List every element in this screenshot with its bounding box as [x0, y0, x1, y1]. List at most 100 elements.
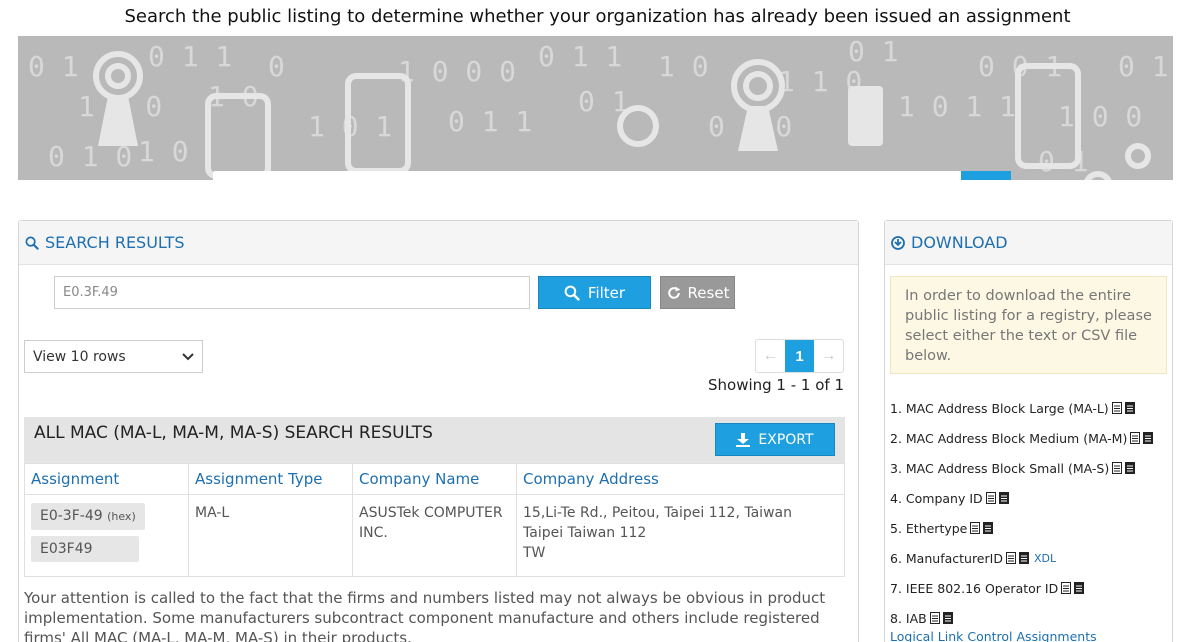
- reset-button[interactable]: Reset: [660, 276, 735, 309]
- search-results-panel: SEARCH RESULTS Filter Reset View 10 rows…: [18, 220, 859, 642]
- assignment-hex-chip: E0-3F-49 (hex): [31, 503, 145, 530]
- list-item: 2. MAC Address Block Medium (MA-M): [890, 423, 1170, 453]
- column-header-company-address[interactable]: Company Address: [516, 463, 845, 495]
- export-button-label: EXPORT: [758, 431, 814, 448]
- column-header-company-name[interactable]: Company Name: [352, 463, 517, 495]
- text-file-icon[interactable]: [1130, 432, 1141, 444]
- list-item: 4. Company ID: [890, 483, 1170, 513]
- csv-file-icon[interactable]: [983, 522, 994, 534]
- download-note: In order to download the entire public l…: [890, 276, 1167, 374]
- rows-per-page-value: View 10 rows: [33, 348, 126, 365]
- text-file-icon[interactable]: [970, 522, 981, 534]
- download-circle-icon: [891, 235, 905, 250]
- rows-per-page-select[interactable]: View 10 rows: [24, 340, 203, 373]
- company-address-cell: 15,Li-Te Rd., Peitou, Taipei 112, Taiwan…: [516, 494, 845, 577]
- chevron-down-icon: [182, 352, 194, 360]
- csv-file-icon[interactable]: [1074, 582, 1085, 594]
- svg-text:1 0 0: 1 0 0: [1058, 100, 1142, 133]
- showing-count: Showing 1 - 1 of 1: [707, 376, 844, 394]
- table-header-row: Assignment Assignment Type Company Name …: [24, 463, 845, 495]
- download-list: 1. MAC Address Block Large (MA-L) 2. MAC…: [890, 393, 1170, 633]
- svg-text:0 1: 0 1: [28, 50, 79, 83]
- svg-text:0: 0: [268, 50, 285, 83]
- svg-text:1 0: 1 0: [138, 135, 189, 168]
- prev-page-arrow-icon[interactable]: ←: [756, 340, 785, 372]
- search-button[interactable]: [961, 171, 1011, 180]
- assignment-base16: E03F49: [40, 541, 93, 557]
- csv-file-icon[interactable]: [1143, 432, 1154, 444]
- csv-file-icon[interactable]: [998, 492, 1009, 504]
- csv-file-icon[interactable]: [942, 612, 953, 624]
- svg-text:1 0 0 0: 1 0 0 0: [398, 55, 516, 88]
- svg-text:1 0 1 1: 1 0 1 1: [898, 90, 1016, 123]
- text-file-icon[interactable]: [985, 492, 996, 504]
- search-results-title: SEARCH RESULTS: [45, 233, 185, 252]
- csv-file-icon[interactable]: [1018, 552, 1029, 564]
- download-panel: DOWNLOAD In order to download the entire…: [884, 220, 1173, 642]
- list-item: 1. MAC Address Block Large (MA-L): [890, 393, 1170, 423]
- list-item: 6. ManufacturerID XDL: [890, 543, 1170, 573]
- binary-pattern-background: 0 11 0 00 1 1 1 001 0 1 1 0 0 00 1 10 1 …: [28, 36, 1169, 180]
- disclaimer-text: Your attention is called to the fact tha…: [24, 589, 826, 642]
- download-header: DOWNLOAD: [885, 221, 1172, 265]
- svg-text:0 1 1: 0 1 1: [448, 105, 532, 138]
- download-item-label: 7. IEEE 802.16 Operator ID: [890, 580, 1059, 596]
- text-file-icon[interactable]: [929, 612, 940, 624]
- search-icon: [25, 236, 39, 250]
- registry-search-input[interactable]: [213, 171, 961, 180]
- list-item: 3. MAC Address Block Small (MA-S): [890, 453, 1170, 483]
- filter-button[interactable]: Filter: [538, 276, 651, 309]
- csv-file-icon[interactable]: [1125, 462, 1136, 474]
- address-line3: TW: [523, 545, 546, 561]
- xdl-link[interactable]: XDL: [1034, 552, 1056, 565]
- text-file-icon[interactable]: [1111, 402, 1122, 414]
- results-table-title-text: ALL MAC (MA-L, MA-M, MA-S) SEARCH RESULT…: [34, 423, 433, 443]
- download-item-label: 6. ManufacturerID: [890, 550, 1003, 566]
- page-headline: Search the public listing to determine w…: [124, 6, 1071, 27]
- svg-text:0 1: 0 1: [1118, 50, 1169, 83]
- company-name-line2: INC.: [359, 525, 388, 541]
- assignment-base16-chip: E03F49: [31, 536, 139, 562]
- search-results-header: SEARCH RESULTS: [19, 221, 858, 265]
- company-name-line1: ASUSTek COMPUTER: [359, 505, 503, 521]
- export-button[interactable]: EXPORT: [715, 423, 835, 456]
- hero-banner: 0 11 0 00 1 1 1 001 0 1 1 0 0 00 1 10 1 …: [18, 36, 1173, 180]
- svg-text:0 1: 0 1: [848, 36, 899, 68]
- column-header-assignment-type[interactable]: Assignment Type: [188, 463, 353, 495]
- company-name-cell: ASUSTek COMPUTER INC.: [352, 494, 517, 577]
- pagination: ← 1 →: [755, 339, 844, 373]
- address-line2: Taipei Taiwan 112: [523, 525, 647, 541]
- download-title: DOWNLOAD: [911, 233, 1008, 252]
- download-item-label: 5. Ethertype: [890, 520, 968, 536]
- next-page-arrow-icon[interactable]: →: [814, 340, 843, 372]
- text-file-icon[interactable]: [1061, 582, 1072, 594]
- filter-input[interactable]: [54, 276, 530, 309]
- table-row: E0-3F-49 (hex) E03F49 MA-L ASUSTek COMPU…: [24, 494, 845, 577]
- svg-text:0 1 1: 0 1 1: [148, 40, 232, 73]
- csv-file-icon[interactable]: [1124, 402, 1135, 414]
- refresh-icon: [667, 286, 680, 299]
- svg-text:0 1 1: 0 1 1: [538, 40, 622, 73]
- list-item: 5. Ethertype: [890, 513, 1170, 543]
- reset-button-label: Reset: [687, 283, 730, 302]
- download-item-label: 4. Company ID: [890, 490, 983, 506]
- download-item-partial[interactable]: Logical Link Control Assignments: [890, 629, 1097, 642]
- assignment-cell: E0-3F-49 (hex) E03F49: [24, 494, 189, 577]
- download-item-label: 3. MAC Address Block Small (MA-S): [890, 460, 1110, 476]
- results-table: Assignment Assignment Type Company Name …: [24, 463, 845, 577]
- download-item-label: 1. MAC Address Block Large (MA-L): [890, 400, 1109, 416]
- download-item-label: 2. MAC Address Block Medium (MA-M): [890, 430, 1128, 446]
- text-file-icon[interactable]: [1005, 552, 1016, 564]
- download-icon: [736, 432, 751, 447]
- assignment-type-cell: MA-L: [188, 494, 353, 577]
- text-file-icon[interactable]: [1112, 462, 1123, 474]
- filter-button-label: Filter: [587, 283, 626, 302]
- svg-text:0 1: 0 1: [578, 85, 629, 118]
- assignment-hex: E0-3F-49: [40, 508, 103, 524]
- page-current[interactable]: 1: [785, 340, 814, 372]
- svg-text:1 0: 1 0: [658, 50, 709, 83]
- list-item: 7. IEEE 802.16 Operator ID: [890, 573, 1170, 603]
- address-line1: 15,Li-Te Rd., Peitou, Taipei 112, Taiwan: [523, 505, 792, 521]
- results-table-title: ALL MAC (MA-L, MA-M, MA-S) SEARCH RESULT…: [24, 417, 845, 463]
- column-header-assignment[interactable]: Assignment: [24, 463, 189, 495]
